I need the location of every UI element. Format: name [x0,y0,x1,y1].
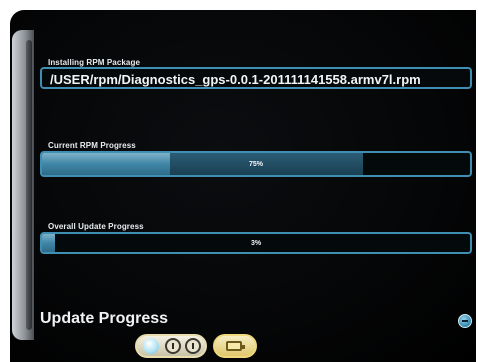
help-icon[interactable] [458,314,472,328]
package-path-text: /USER/rpm/Diagnostics_gps-0.0.1-20111114… [50,72,421,87]
overall-progress-bar: 3% [40,232,472,254]
alert-dot-icon[interactable] [185,338,201,354]
current-progress-bar: 75% [40,151,472,177]
battery-icon [226,341,245,351]
current-progress-label: Current RPM Progress [48,141,136,150]
overall-progress-label: Overall Update Progress [48,222,144,231]
current-progress-text: 75% [248,160,263,168]
package-label: Installing RPM Package [48,58,141,67]
battery-pill[interactable] [213,334,257,358]
package-path-field: /USER/rpm/Diagnostics_gps-0.0.1-20111114… [40,67,472,89]
active-dot-icon[interactable] [143,338,159,354]
info-dot-icon[interactable] [165,338,181,354]
left-scroll-track [26,40,32,330]
device-screen: Installing RPM Package /USER/rpm/Diagnos… [10,10,476,362]
left-scroll-bar[interactable] [12,30,34,340]
overall-progress-text: 3% [250,239,262,247]
page-title: Update Progress [40,310,169,327]
navigation-pill[interactable] [135,334,207,358]
